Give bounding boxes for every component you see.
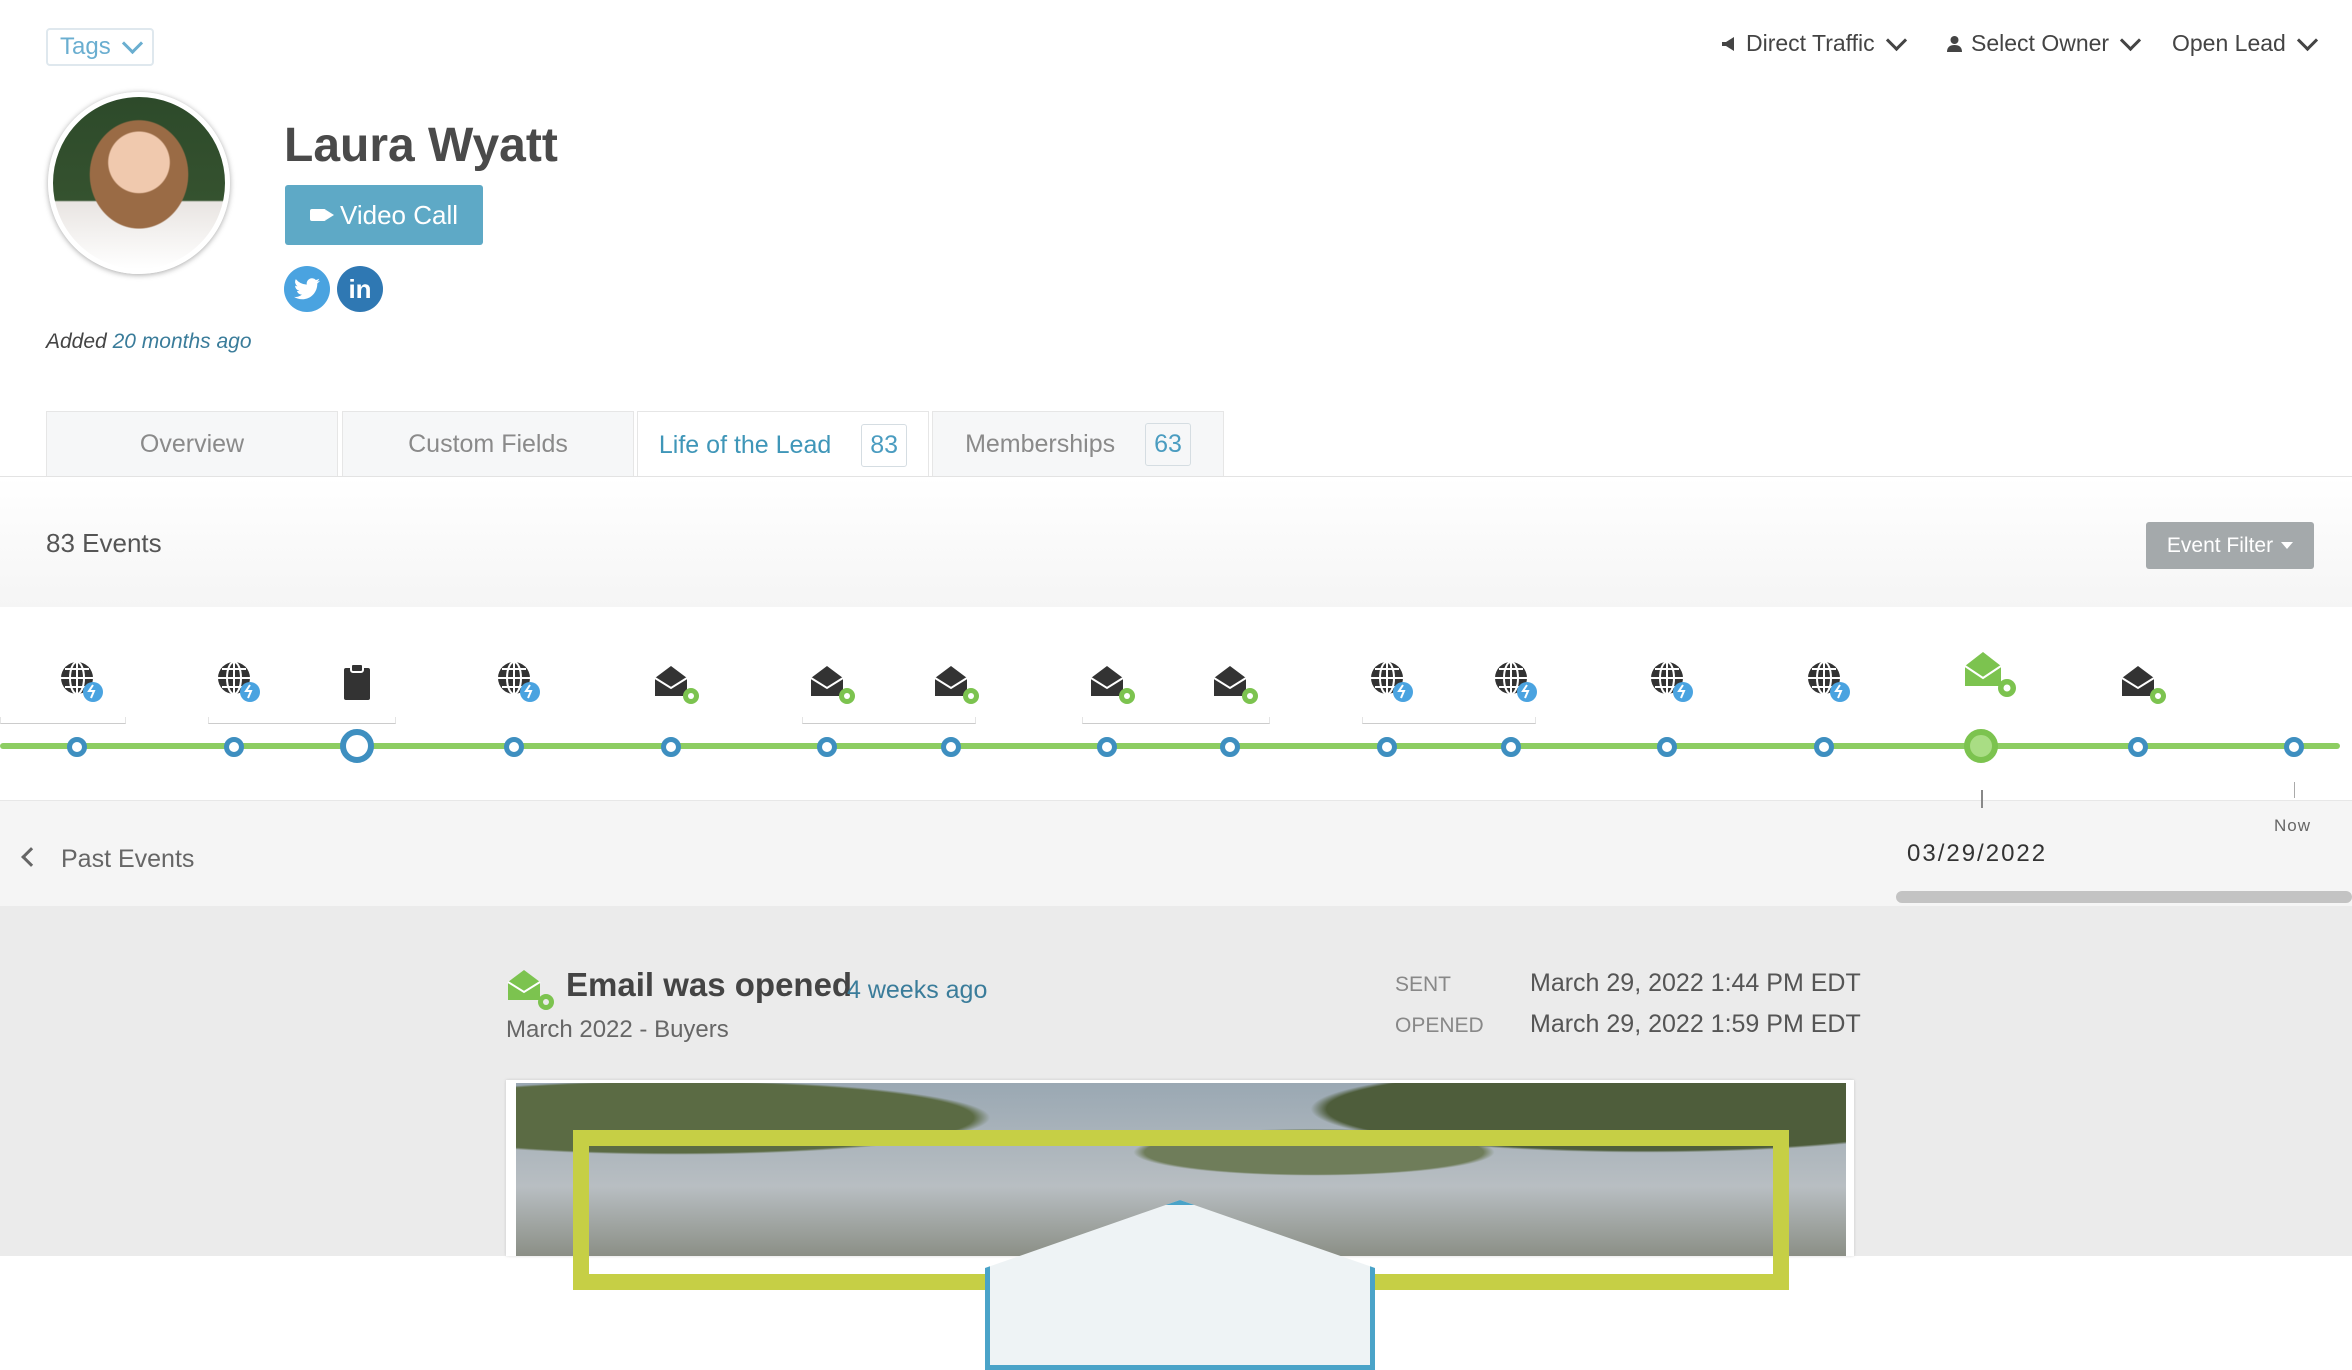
group-bracket — [1082, 717, 1270, 724]
tab-count-badge: 83 — [861, 423, 908, 467]
tab-label: Life of the Lead — [658, 430, 832, 459]
tab-memberships[interactable]: Memberships 63 — [932, 411, 1224, 477]
email-auto-icon[interactable] — [2118, 658, 2170, 711]
event-subtitle: March 2022 - Buyers — [506, 1016, 729, 1043]
timeline-node[interactable] — [1220, 737, 1240, 757]
timeline-node[interactable] — [941, 737, 961, 757]
web-visit-icon[interactable] — [1804, 658, 1856, 711]
email-auto-icon[interactable] — [931, 658, 983, 711]
sent-value: March 29, 2022 1:44 PM EDT — [1530, 969, 1861, 997]
email-opened-icon[interactable] — [1961, 644, 2021, 705]
timeline-node[interactable] — [661, 737, 681, 757]
timeline-scrollbar[interactable] — [1896, 891, 2352, 903]
added-relative: 20 months ago — [112, 330, 252, 353]
web-visit-icon[interactable] — [494, 658, 546, 711]
tab-count-badge: 63 — [1145, 423, 1191, 466]
added-date: Added 20 months ago — [46, 330, 252, 354]
timeline-node[interactable] — [504, 737, 524, 757]
chevron-down-icon — [2296, 29, 2318, 52]
contact-name: Laura Wyatt — [284, 119, 558, 172]
avatar — [48, 92, 230, 274]
megaphone-icon — [1722, 36, 1734, 51]
owner-dropdown[interactable]: Select Owner — [1946, 29, 2142, 57]
timeline-node[interactable] — [1657, 737, 1677, 757]
tags-label: Tags — [60, 33, 111, 60]
past-events-link[interactable]: Past Events — [61, 845, 194, 874]
group-bracket — [1362, 717, 1536, 724]
owner-label: Select Owner — [1971, 30, 2110, 56]
chevron-down-icon — [1885, 29, 1907, 52]
tab-label: Memberships — [965, 430, 1116, 458]
user-icon — [1947, 35, 1962, 52]
tab-overview[interactable]: Overview — [46, 411, 338, 477]
linkedin-icon[interactable]: in — [337, 266, 383, 312]
opened-label: OPENED — [1395, 1014, 1484, 1037]
video-call-button[interactable]: Video Call — [285, 185, 483, 245]
tab-life-of-the-lead[interactable]: Life of the Lead 83 — [637, 411, 929, 478]
tags-dropdown[interactable]: Tags — [46, 28, 154, 66]
timeline-node[interactable] — [1097, 737, 1117, 757]
tab-label: Overview — [139, 430, 245, 458]
timeline-node[interactable] — [67, 737, 87, 757]
email-opened-icon — [506, 964, 558, 1019]
tab-label: Custom Fields — [408, 430, 568, 458]
web-visit-icon[interactable] — [1367, 658, 1419, 711]
events-header — [0, 477, 2352, 608]
chevron-down-icon — [2119, 29, 2142, 52]
now-tick — [2294, 782, 2295, 798]
timeline-node-now[interactable] — [2284, 737, 2304, 757]
event-filter-label: Event Filter — [2166, 533, 2274, 557]
group-bracket — [802, 717, 976, 724]
timeline-node[interactable] — [340, 729, 374, 763]
web-visit-icon[interactable] — [214, 658, 266, 711]
video-call-label: Video Call — [339, 199, 459, 230]
added-prefix: Added — [46, 330, 107, 353]
event-filter-button[interactable]: Event Filter — [2146, 522, 2314, 569]
events-count: 83 Events — [46, 528, 162, 558]
web-visit-icon[interactable] — [1647, 658, 1699, 711]
selected-date: 03/29/2022 — [1907, 840, 2048, 867]
group-bracket — [0, 717, 126, 724]
tab-custom-fields[interactable]: Custom Fields — [342, 411, 634, 477]
timeline-node[interactable] — [817, 737, 837, 757]
timeline-node-selected[interactable] — [1964, 729, 1998, 763]
traffic-source-label: Direct Traffic — [1746, 30, 1875, 56]
now-label: Now — [2274, 816, 2312, 835]
selected-date-tick — [1981, 790, 1983, 808]
web-visit-icon[interactable] — [1491, 658, 1543, 711]
timeline-node[interactable] — [1377, 737, 1397, 757]
email-auto-icon[interactable] — [807, 658, 859, 711]
event-relative-time: 4 weeks ago — [847, 976, 988, 1004]
video-camera-icon — [309, 209, 334, 221]
chevron-down-icon — [121, 32, 143, 54]
sent-label: SENT — [1395, 973, 1452, 996]
caret-down-icon — [2281, 542, 2294, 549]
event-title: Email was opened — [566, 966, 853, 1003]
email-auto-icon[interactable] — [651, 658, 703, 711]
email-auto-icon[interactable] — [1210, 658, 1262, 711]
timeline-node[interactable] — [2128, 737, 2148, 757]
traffic-source-dropdown[interactable]: Direct Traffic — [1720, 29, 1907, 57]
form-icon[interactable] — [337, 658, 377, 711]
timeline-node[interactable] — [1501, 737, 1521, 757]
email-auto-icon[interactable] — [1087, 658, 1139, 711]
timeline-node[interactable] — [1814, 737, 1834, 757]
lead-status-dropdown[interactable]: Open Lead — [2172, 29, 2318, 57]
group-bracket — [208, 717, 396, 724]
lead-status-label: Open Lead — [2172, 30, 2286, 56]
opened-value: March 29, 2022 1:59 PM EDT — [1530, 1010, 1861, 1038]
web-visit-icon[interactable] — [57, 658, 109, 711]
twitter-icon[interactable] — [284, 266, 330, 312]
timeline-node[interactable] — [224, 737, 244, 757]
